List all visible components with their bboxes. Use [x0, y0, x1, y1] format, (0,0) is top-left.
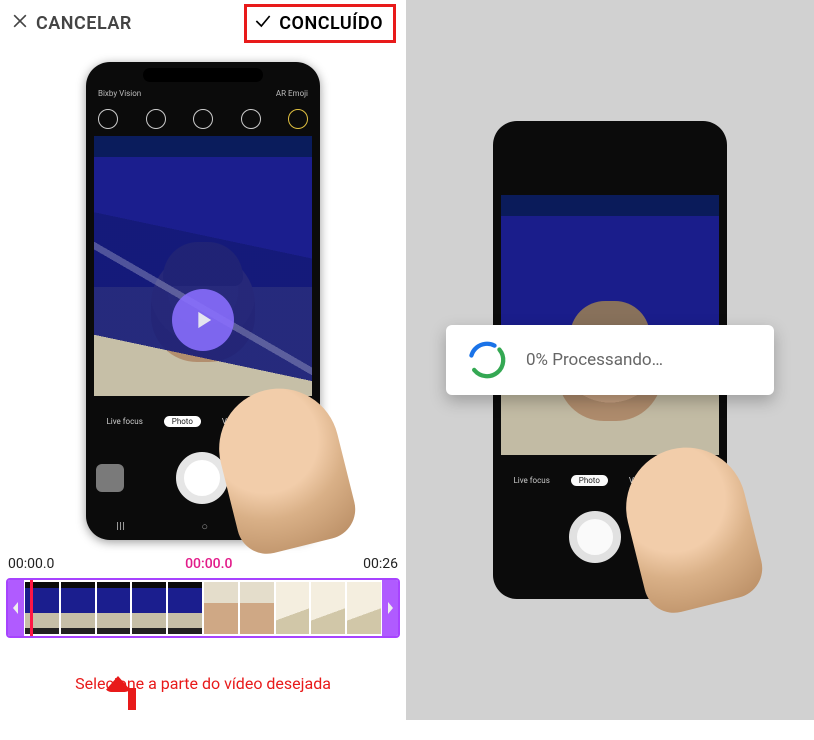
gallery-thumbnail-icon	[96, 464, 124, 492]
camera-setting-icon	[288, 109, 308, 129]
cancel-label: CANCELAR	[36, 13, 132, 34]
camera-setting-icon	[146, 109, 166, 129]
top-bar: CANCELAR CONCLUÍDO	[0, 0, 406, 46]
spinner-icon	[466, 339, 508, 381]
trim-strip[interactable]	[6, 578, 400, 638]
thumbnail-frames[interactable]	[24, 580, 382, 636]
time-playhead: 00:00.0	[185, 556, 232, 572]
camera-setting-icon	[241, 109, 261, 129]
processing-percent: 0%	[526, 350, 548, 370]
done-label: CONCLUÍDO	[279, 13, 383, 34]
processing-screen: Live focus Photo Video Live focus	[406, 0, 814, 720]
close-icon	[10, 11, 30, 36]
camera-status-left: Bixby Vision	[98, 89, 141, 98]
check-icon	[253, 11, 273, 36]
time-end: 00:26	[363, 556, 398, 572]
camera-status-right: AR Emoji	[276, 89, 308, 98]
video-preview[interactable]: Bixby Vision AR Emoji Live focus	[0, 46, 406, 556]
trim-handle-left[interactable]	[8, 580, 24, 636]
annotation-text: Selecione a parte do vídeo desejada	[0, 674, 406, 693]
processing-message: 0% Processando…	[526, 350, 663, 370]
play-button[interactable]	[172, 289, 234, 351]
done-highlight-box: CONCLUÍDO	[244, 4, 396, 43]
done-button[interactable]: CONCLUÍDO	[253, 11, 383, 36]
cancel-button[interactable]: CANCELAR	[10, 11, 132, 36]
time-start: 00:00.0	[8, 556, 54, 572]
processing-toast: 0% Processando…	[446, 325, 774, 395]
camera-setting-icon	[98, 109, 118, 129]
annotation: Selecione a parte do vídeo desejada	[0, 674, 406, 740]
arrow-up-icon	[118, 676, 146, 710]
camera-mode-active: Photo	[164, 416, 201, 427]
processing-label: Processando…	[552, 350, 663, 370]
video-trim-editor: CANCELAR CONCLUÍDO Bixby Vision AR Emoji	[0, 0, 406, 720]
time-indicators: 00:00.0 00:00.0 00:26	[0, 556, 406, 572]
camera-mode: Live focus	[106, 417, 142, 426]
trim-handle-right[interactable]	[382, 580, 398, 636]
playhead[interactable]	[30, 580, 33, 636]
camera-setting-icon	[193, 109, 213, 129]
